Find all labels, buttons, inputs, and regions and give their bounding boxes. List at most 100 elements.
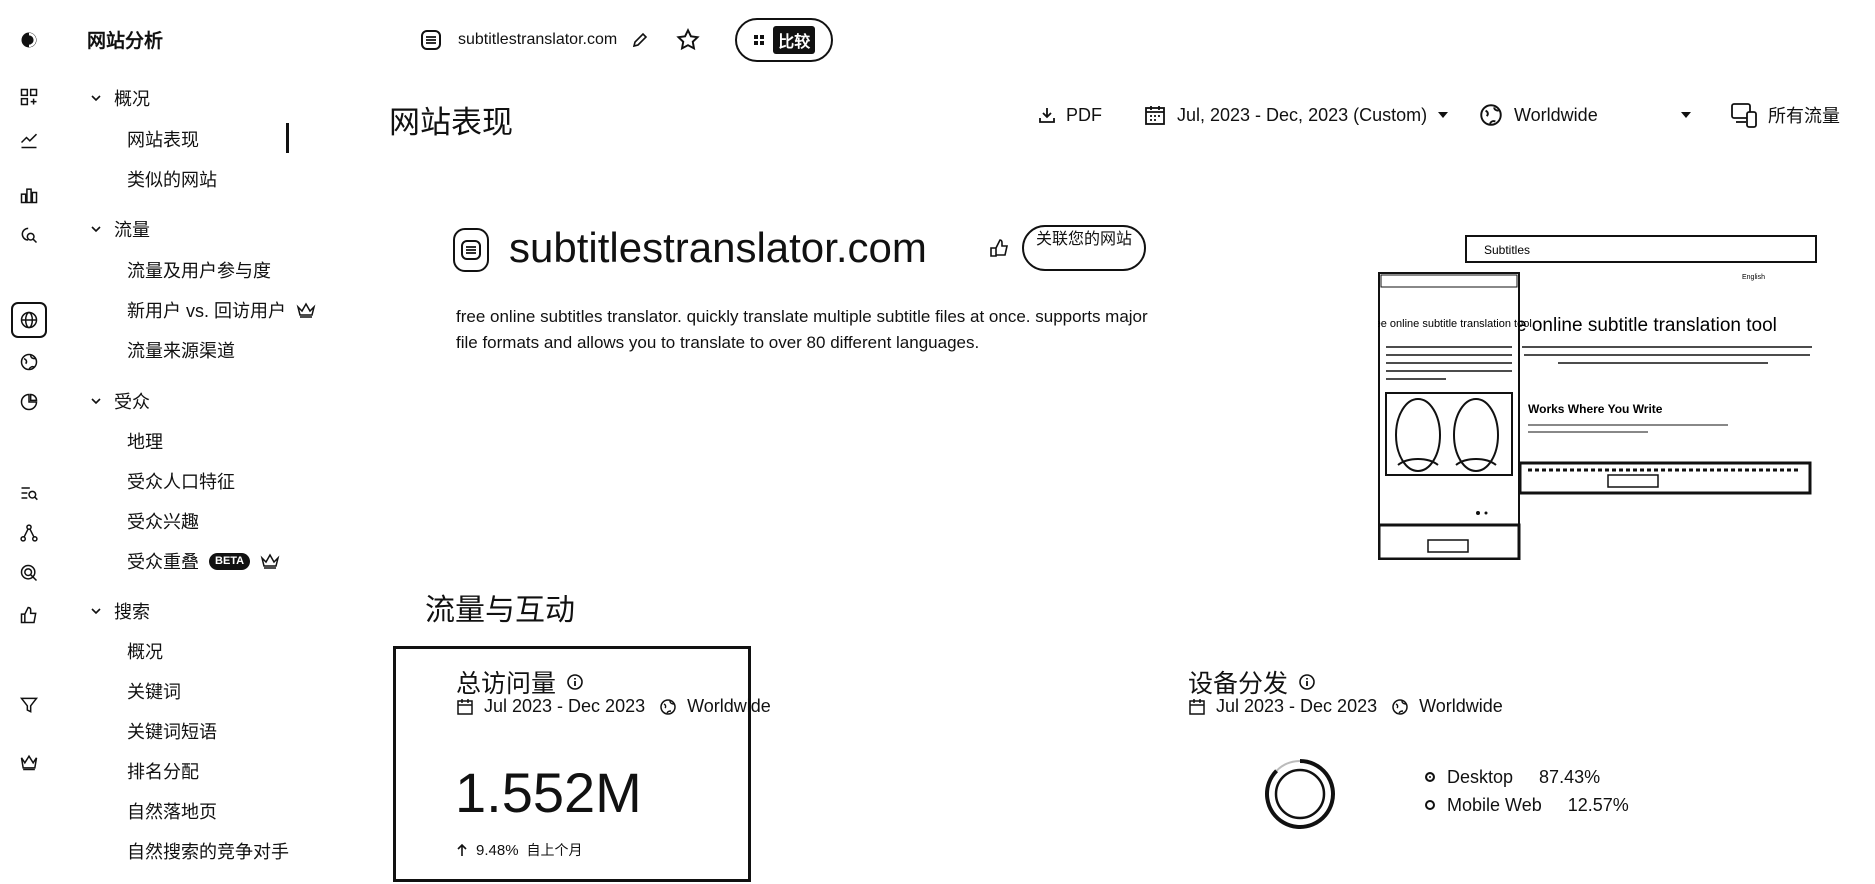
sidebar-section-search[interactable]: 搜索 xyxy=(90,598,150,624)
thumbs-up-icon[interactable] xyxy=(14,600,44,630)
visits-subtitle: Jul 2023 - Dec 2023 Worldwide xyxy=(456,696,771,717)
bar-chart-icon[interactable] xyxy=(14,180,44,210)
external-link-icon[interactable] xyxy=(988,236,1010,258)
caret-down-icon xyxy=(1680,112,1691,118)
pencil-icon[interactable] xyxy=(631,31,649,49)
chevron-down-icon xyxy=(91,398,101,405)
sidebar-item-similar-sites[interactable]: 类似的网站 xyxy=(127,166,217,192)
visits-title-text: 总访问量 xyxy=(456,670,557,698)
item-label: 受众人口特征 xyxy=(127,472,235,492)
item-label: 类似的网站 xyxy=(127,170,217,190)
item-label: 流量及用户参与度 xyxy=(127,261,271,281)
visits-date: Jul 2023 - Dec 2023 xyxy=(484,696,646,716)
sidebar-section-audience[interactable]: 受众 xyxy=(90,388,150,414)
sidebar-item-traffic-engagement[interactable]: 流量及用户参与度 xyxy=(127,257,271,283)
logo-icon[interactable] xyxy=(14,25,44,55)
sidebar-section-overview[interactable]: 概况 xyxy=(90,85,150,111)
device-donut-chart[interactable] xyxy=(1258,752,1342,836)
devices-title: 设备分发 xyxy=(1188,664,1316,700)
connect-site-button[interactable]: 关联您的网站 xyxy=(1022,225,1146,271)
sidebar-item-demographics[interactable]: 受众人口特征 xyxy=(127,468,235,494)
arrow-up-icon xyxy=(457,843,467,856)
sidebar-item-audience-overlap[interactable]: 受众重叠 BETA xyxy=(127,548,280,574)
dashboard-icon[interactable] xyxy=(14,82,44,112)
sidebar-item-ranking-distribution[interactable]: 排名分配 xyxy=(127,758,199,784)
item-label: 概况 xyxy=(127,642,163,662)
trend-icon[interactable] xyxy=(14,125,44,155)
sidebar-item-interests[interactable]: 受众兴趣 xyxy=(127,508,199,534)
chevron-down-icon xyxy=(91,608,101,615)
traffic-filter[interactable]: 所有流量 xyxy=(1730,100,1840,130)
region-select[interactable]: Worldwide xyxy=(1478,100,1692,130)
total-visits-value: 1.552M xyxy=(455,761,642,824)
globe-icon xyxy=(1392,698,1408,715)
site-screenshot-thumbnail: Subtitles English e online subtitle tran… xyxy=(1378,235,1817,560)
item-label: 自然落地页 xyxy=(127,802,217,822)
pie-icon[interactable] xyxy=(14,387,44,417)
network-icon[interactable] xyxy=(14,518,44,548)
devices-icon xyxy=(1731,103,1757,128)
devices-region: Worldwide xyxy=(1419,696,1503,716)
sidebar-item-search-overview[interactable]: 概况 xyxy=(127,638,163,664)
sidebar-item-new-vs-returning[interactable]: 新用户 vs. 回访用户 xyxy=(127,297,316,323)
icon-rail xyxy=(0,0,64,884)
chevron-down-icon xyxy=(91,95,101,102)
crown-icon[interactable] xyxy=(14,747,44,777)
item-label: 自然搜索的竞争对手 xyxy=(127,842,289,862)
legend-item-mobile-web[interactable]: Mobile Web 12.57% xyxy=(1425,791,1629,819)
devices-title-text: 设备分发 xyxy=(1188,670,1289,698)
sidebar-item-keywords[interactable]: 关键词 xyxy=(127,678,181,704)
thumb-works: Works Where You Write xyxy=(1528,402,1663,416)
site-icon xyxy=(421,30,441,50)
visits-growth: 9.48% 自上个月 xyxy=(456,840,583,860)
info-icon[interactable] xyxy=(566,673,584,691)
legend-item-desktop[interactable]: Desktop 87.43% xyxy=(1425,763,1629,791)
growth-label: 自上个月 xyxy=(526,842,583,858)
filter-icon[interactable] xyxy=(14,690,44,720)
visits-title: 总访问量 xyxy=(456,664,584,700)
globe-icon xyxy=(660,698,676,715)
date-range-select[interactable]: Jul, 2023 - Dec, 2023 (Custom) xyxy=(1143,100,1449,130)
region-label: Worldwide xyxy=(1514,104,1598,125)
visits-region: Worldwide xyxy=(687,696,771,716)
star-icon[interactable] xyxy=(675,27,701,53)
legend-pct: 87.43% xyxy=(1539,766,1601,787)
page-title: 网站表现 xyxy=(389,105,513,140)
sidebar-item-keyword-phrases[interactable]: 关键词短语 xyxy=(127,718,217,744)
world-icon[interactable] xyxy=(14,347,44,377)
sidebar-item-geography[interactable]: 地理 xyxy=(127,428,163,454)
sidebar-title: 网站分析 xyxy=(87,31,164,52)
donut-inner-ring xyxy=(1274,768,1326,820)
growth-value: 9.48% xyxy=(476,841,519,859)
item-label: 流量来源渠道 xyxy=(127,341,235,361)
compare-button[interactable]: 比较 xyxy=(735,18,834,62)
sidebar-item-organic-landing-pages[interactable]: 自然落地页 xyxy=(127,798,217,824)
sidebar-section-traffic[interactable]: 流量 xyxy=(90,216,150,242)
globe-icon[interactable] xyxy=(11,302,47,338)
section-label: 概况 xyxy=(114,89,150,109)
thumb-mobile-headline: Free online subtitle translation tool xyxy=(1378,318,1532,330)
thumb-lang: English xyxy=(1742,274,1765,281)
target-icon[interactable] xyxy=(14,558,44,588)
crown-icon xyxy=(260,553,280,569)
top-domain[interactable]: subtitlestranslator.com xyxy=(458,31,617,49)
keyword-search-icon[interactable] xyxy=(14,478,44,508)
sidebar-item-traffic-channels[interactable]: 流量来源渠道 xyxy=(127,337,235,363)
site-icon xyxy=(461,240,481,260)
calendar-icon xyxy=(1145,106,1165,125)
section-label: 受众 xyxy=(114,392,150,412)
info-icon[interactable] xyxy=(1298,673,1316,691)
thumb-header: Subtitles xyxy=(1484,243,1530,257)
sidebar-item-site-performance[interactable]: 网站表现 xyxy=(127,126,199,152)
legend-pct: 12.57% xyxy=(1567,794,1629,815)
sidebar-item-organic-competitors[interactable]: 自然搜索的竞争对手 xyxy=(127,838,289,864)
pdf-button[interactable]: PDF xyxy=(1038,100,1102,130)
devices-date: Jul 2023 - Dec 2023 xyxy=(1216,696,1378,716)
item-label: 受众兴趣 xyxy=(127,512,199,532)
top-bar: subtitlestranslator.com 比较 xyxy=(420,18,834,62)
section-title: 流量与互动 xyxy=(425,594,575,627)
legend-label: Desktop xyxy=(1447,766,1514,787)
site-description: free online subtitles translator. quickl… xyxy=(456,307,1148,352)
item-label: 排名分配 xyxy=(127,762,199,782)
search-site-icon[interactable] xyxy=(14,220,44,250)
